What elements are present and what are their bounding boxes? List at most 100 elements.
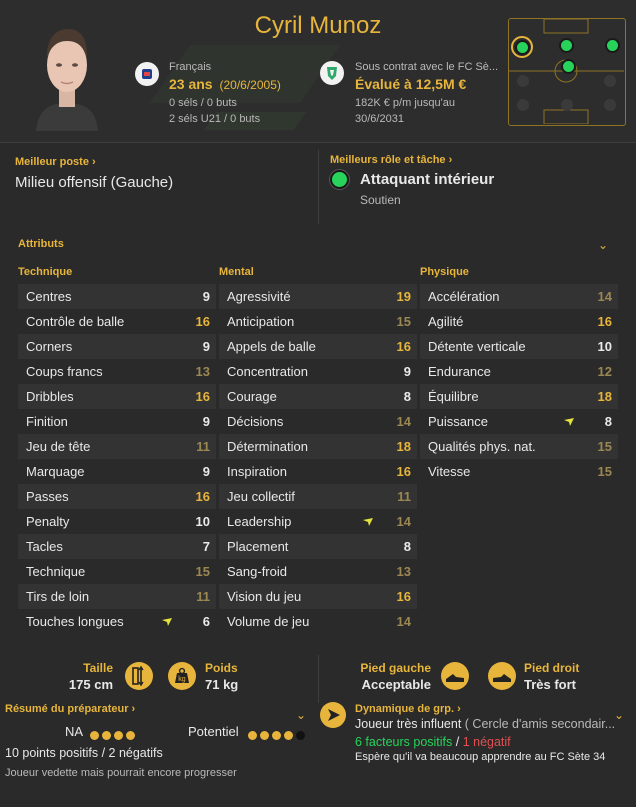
position-mc-natural	[561, 59, 576, 74]
position-aml-natural	[515, 40, 530, 55]
best-position-label: Meilleur poste	[15, 156, 89, 168]
attribute-value: 9	[202, 289, 210, 304]
rating-dot-filled	[284, 731, 293, 740]
coach-summary: 10 points positifs / 2 négatifs	[5, 746, 163, 760]
attribute-row[interactable]: Puissance 8	[420, 409, 618, 434]
dynamics-influence: Joueur très influent	[355, 717, 462, 731]
nationality: Français	[169, 61, 212, 73]
attribute-row[interactable]: Touches longues 6	[18, 609, 216, 634]
dynamics-link[interactable]: Dynamique de grp. ›	[355, 703, 461, 715]
position-dot	[561, 99, 573, 111]
attribute-name: Jeu de tête	[26, 439, 91, 454]
attribute-row[interactable]: Concentration 9	[219, 359, 417, 384]
attribute-row[interactable]: Tacles 7	[18, 534, 216, 559]
attribute-row[interactable]: Inspiration 16	[219, 459, 417, 484]
attribute-row[interactable]: Sang-froid 13	[219, 559, 417, 584]
attribute-row[interactable]: Accélération 14	[420, 284, 618, 309]
attribute-row[interactable]: Passes 16	[18, 484, 216, 509]
attribute-row[interactable]: Qualités phys. nat. 15	[420, 434, 618, 459]
potential-label: Potentiel	[188, 724, 239, 739]
attribute-name: Technique	[26, 564, 86, 579]
right-foot-value: Très fort	[524, 677, 577, 692]
position-dot	[517, 99, 529, 111]
coach-report-link[interactable]: Résumé du préparateur ›	[5, 703, 135, 715]
attribute-name: Passes	[26, 489, 69, 504]
current-ability-label: NA	[65, 724, 84, 739]
attribute-name: Inspiration	[227, 464, 287, 479]
attribute-row[interactable]: Jeu de tête 11	[18, 434, 216, 459]
attribute-row[interactable]: Technique 15	[18, 559, 216, 584]
attribute-value: 14	[597, 289, 612, 304]
attribute-row[interactable]: Leadership 14	[219, 509, 417, 534]
attribute-name: Marquage	[26, 464, 85, 479]
dynamics-icon	[320, 702, 346, 728]
attribute-name: Détermination	[227, 439, 308, 454]
attribute-row[interactable]: Volume de jeu 14	[219, 609, 417, 634]
dynamics-negatives: 1 négatif	[462, 735, 511, 749]
attribute-row[interactable]: Finition 9	[18, 409, 216, 434]
attribute-value: 8	[604, 414, 612, 429]
attribute-row[interactable]: Agilité 16	[420, 309, 618, 334]
attribute-name: Accélération	[428, 289, 500, 304]
dynamics-title: Dynamique de grp.	[355, 703, 455, 715]
rating-dot-filled	[102, 731, 111, 740]
chevron-down-icon[interactable]: ⌄	[296, 708, 306, 722]
position-amc-natural	[559, 38, 574, 53]
attribute-name: Dribbles	[26, 389, 74, 404]
contract-label: Sous contrat avec le FC Sè...	[355, 61, 499, 73]
dynamics-circle: ( Cercle d'amis secondair...	[464, 717, 616, 731]
attribute-row[interactable]: Décisions 14	[219, 409, 417, 434]
divider	[0, 142, 636, 143]
attribute-value: 14	[396, 514, 411, 529]
weight-icon: kg	[168, 662, 196, 690]
club-badge-icon	[320, 61, 344, 85]
attribute-name: Penalty	[26, 514, 70, 529]
attribute-row[interactable]: Courage 8	[219, 384, 417, 409]
attribute-row[interactable]: Jeu collectif 11	[219, 484, 417, 509]
chevron-down-icon[interactable]: ⌄	[598, 238, 608, 252]
attribute-value: 9	[403, 364, 411, 379]
attribute-row[interactable]: Appels de balle 16	[219, 334, 417, 359]
best-role-link[interactable]: Meilleurs rôle et tâche ›	[330, 154, 452, 166]
attribute-row[interactable]: Équilibre 18	[420, 384, 618, 409]
attribute-name: Anticipation	[227, 314, 295, 329]
best-position-link[interactable]: Meilleur poste ›	[15, 156, 96, 168]
attribute-row[interactable]: Tirs de loin 11	[18, 584, 216, 609]
height-label: Taille	[83, 661, 113, 675]
dynamics-influence-line: Joueur très influent ( Cercle d'amis sec…	[355, 717, 617, 731]
attribute-row[interactable]: Contrôle de balle 16	[18, 309, 216, 334]
attribute-row[interactable]: Centres 9	[18, 284, 216, 309]
attribute-name: Finition	[26, 414, 68, 429]
best-role-label: Meilleurs rôle et tâche	[330, 154, 446, 166]
attribute-row[interactable]: Coups francs 13	[18, 359, 216, 384]
attribute-row[interactable]: Détermination 18	[219, 434, 417, 459]
attribute-row[interactable]: Placement 8	[219, 534, 417, 559]
attribute-row[interactable]: Penalty 10	[18, 509, 216, 534]
left-foot-label: Pied gauche	[360, 661, 431, 675]
attribute-row[interactable]: Dribbles 16	[18, 384, 216, 409]
attribute-row[interactable]: Marquage 9	[18, 459, 216, 484]
attribute-row[interactable]: Vision du jeu 16	[219, 584, 417, 609]
attribute-value: 10	[597, 339, 612, 354]
attribute-name: Placement	[227, 539, 289, 554]
attribute-row[interactable]: Anticipation 15	[219, 309, 417, 334]
attribute-name: Vision du jeu	[227, 589, 302, 604]
attribute-value: 16	[195, 314, 210, 329]
attribute-name: Tacles	[26, 539, 63, 554]
attribute-value: 15	[597, 464, 612, 479]
attribute-value: 11	[196, 439, 210, 454]
dynamics-separator: /	[452, 735, 463, 749]
left-foot-value: Acceptable	[361, 677, 431, 692]
attribute-row[interactable]: Corners 9	[18, 334, 216, 359]
attribute-name: Décisions	[227, 414, 284, 429]
attribute-value: 16	[195, 489, 210, 504]
attribute-name: Jeu collectif	[227, 489, 295, 504]
attribute-row[interactable]: Endurance 12	[420, 359, 618, 384]
trend-arrow-icon	[564, 418, 574, 426]
attribute-value: 11	[196, 589, 210, 604]
player-value: Évalué à 12,5M €	[355, 76, 467, 92]
attribute-row[interactable]: Vitesse 15	[420, 459, 618, 484]
attribute-row[interactable]: Agressivité 19	[219, 284, 417, 309]
attribute-row[interactable]: Détente verticale 10	[420, 334, 618, 359]
position-dot	[604, 75, 616, 87]
